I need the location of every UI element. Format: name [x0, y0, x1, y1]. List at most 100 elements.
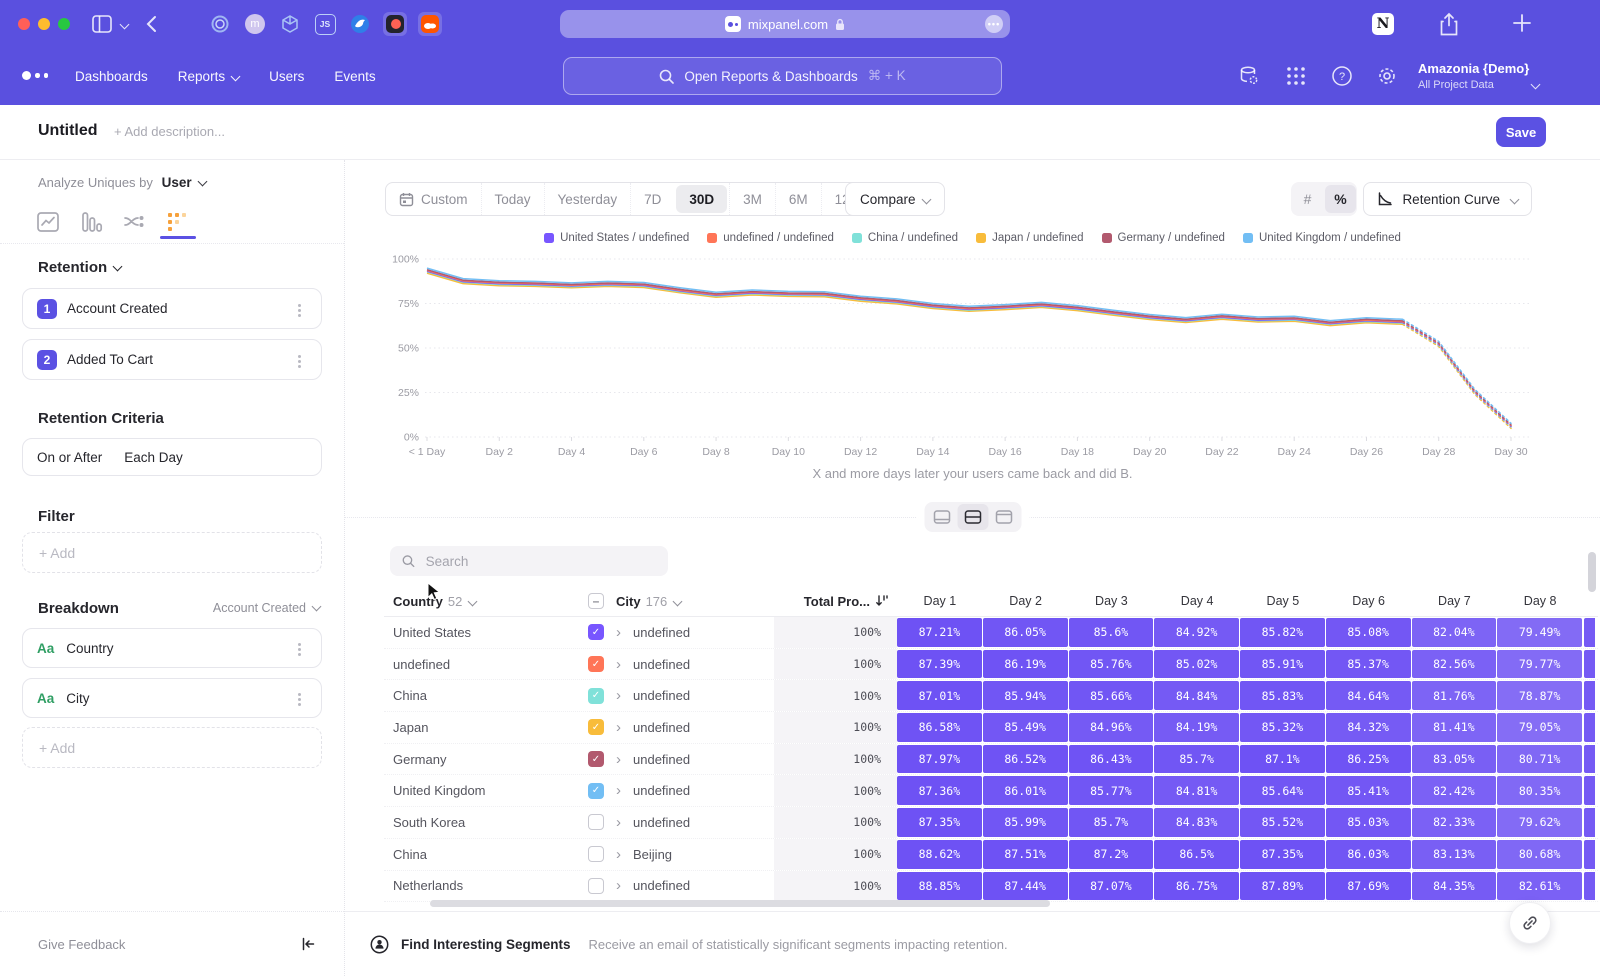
- retention-value-cell[interactable]: 86.75%: [1154, 872, 1239, 901]
- breakdown-item-city[interactable]: AaCity: [22, 678, 322, 718]
- range-yesterday[interactable]: Yesterday: [544, 183, 631, 215]
- chevron-right-icon[interactable]: ›: [616, 847, 621, 862]
- retention-value-cell[interactable]: 87.01%: [897, 681, 982, 710]
- retention-value-cell[interactable]: 83.05%: [1412, 745, 1497, 774]
- retention-value-cell[interactable]: 85.83%: [1240, 681, 1325, 710]
- retention-value-cell[interactable]: 84.19%: [1154, 713, 1239, 742]
- split-view-icon[interactable]: [957, 504, 988, 530]
- legend-item[interactable]: United Kingdom / undefined: [1243, 232, 1401, 244]
- range-custom[interactable]: Custom: [386, 183, 481, 215]
- collapse-sidebar-icon[interactable]: [300, 936, 316, 952]
- retention-value-cell[interactable]: 82.33%: [1412, 808, 1497, 837]
- retention-value-cell[interactable]: 82.42%: [1412, 776, 1497, 805]
- kebab-menu-icon[interactable]: [298, 648, 301, 651]
- criteria-operator-dropdown[interactable]: On or After: [37, 450, 102, 465]
- retention-value-cell[interactable]: 87.2%: [1069, 840, 1154, 869]
- compare-button[interactable]: Compare: [845, 182, 945, 216]
- give-feedback-link[interactable]: Give Feedback: [38, 937, 125, 952]
- nav-link-dashboards[interactable]: Dashboards: [75, 69, 148, 84]
- retention-value-cell[interactable]: 85.6%: [1069, 618, 1154, 647]
- row-checkbox[interactable]: ✓: [588, 783, 604, 799]
- chevron-down-icon[interactable]: [121, 18, 128, 33]
- retention-value-cell[interactable]: 85.64%: [1240, 776, 1325, 805]
- chevron-right-icon[interactable]: ›: [616, 625, 621, 640]
- range-7d[interactable]: 7D: [630, 183, 674, 215]
- retention-value-cell[interactable]: 87.07%: [1069, 872, 1154, 901]
- retention-value-cell[interactable]: 85.52%: [1240, 808, 1325, 837]
- global-search-button[interactable]: Open Reports & Dashboards ⌘ + K: [563, 57, 1002, 95]
- retention-value-cell[interactable]: 86.19%: [983, 650, 1068, 679]
- country-cell[interactable]: Germany: [384, 744, 560, 775]
- table-row[interactable]: China›Beijing100%88.62%87.51%87.2%86.5%8…: [384, 839, 1598, 871]
- retention-value-cell[interactable]: 86.05%: [983, 618, 1068, 647]
- chevron-right-icon[interactable]: ›: [616, 657, 621, 672]
- row-checkbox[interactable]: ✓: [588, 624, 604, 640]
- retention-step-1[interactable]: 1Account Created: [22, 288, 322, 329]
- nav-link-reports[interactable]: Reports: [178, 69, 239, 84]
- gear-icon[interactable]: [1376, 65, 1398, 87]
- retention-value-cell[interactable]: 85.41%: [1326, 776, 1411, 805]
- table-view-icon[interactable]: [988, 504, 1019, 530]
- retention-value-cell[interactable]: 84.64%: [1326, 681, 1411, 710]
- country-cell[interactable]: China: [384, 839, 560, 870]
- save-button[interactable]: Save: [1496, 117, 1546, 147]
- table-row[interactable]: China✓›undefined100%87.01%85.94%85.66%84…: [384, 680, 1598, 712]
- table-row[interactable]: undefined✓›undefined100%87.39%86.19%85.7…: [384, 649, 1598, 681]
- retention-value-cell[interactable]: 87.44%: [983, 872, 1068, 901]
- table-row[interactable]: United Kingdom✓›undefined100%87.36%86.01…: [384, 775, 1598, 807]
- retention-value-cell[interactable]: 85.49%: [983, 713, 1068, 742]
- retention-value-cell[interactable]: 87.1%: [1240, 745, 1325, 774]
- retention-icon[interactable]: [165, 210, 189, 234]
- city-cell[interactable]: ✓›undefined: [560, 744, 774, 775]
- chevron-right-icon[interactable]: ›: [616, 688, 621, 703]
- retention-value-cell[interactable]: 80.71%: [1497, 745, 1582, 774]
- retention-value-cell[interactable]: 86.5%: [1154, 840, 1239, 869]
- retention-value-cell[interactable]: 86.01%: [983, 776, 1068, 805]
- table-search[interactable]: [390, 546, 668, 576]
- retention-value-cell[interactable]: 87.36%: [897, 776, 982, 805]
- retention-value-cell[interactable]: 86.52%: [983, 745, 1068, 774]
- vertical-scrollbar[interactable]: [1588, 552, 1596, 592]
- add-breakdown-button[interactable]: + Add: [22, 727, 322, 768]
- retention-value-cell[interactable]: 87.35%: [1240, 840, 1325, 869]
- retention-value-cell[interactable]: 85.91%: [1240, 650, 1325, 679]
- chevron-right-icon[interactable]: ›: [616, 878, 621, 893]
- day-column-header[interactable]: Day 2: [983, 594, 1069, 608]
- mixpanel-logo-dots[interactable]: [22, 71, 48, 80]
- country-cell[interactable]: undefined: [384, 649, 560, 680]
- retention-value-cell[interactable]: 85.66%: [1069, 681, 1154, 710]
- range-30d[interactable]: 30D: [676, 185, 727, 213]
- table-row[interactable]: United States✓›undefined100%87.21%86.05%…: [384, 617, 1598, 649]
- retention-value-cell[interactable]: 87.51%: [983, 840, 1068, 869]
- kebab-menu-icon[interactable]: [298, 309, 301, 312]
- day-column-header[interactable]: Day 8: [1497, 594, 1583, 608]
- retention-value-cell-partial[interactable]: [1584, 650, 1595, 679]
- day-column-header[interactable]: Day 6: [1326, 594, 1412, 608]
- retention-value-cell[interactable]: 79.49%: [1497, 618, 1582, 647]
- row-checkbox[interactable]: [588, 878, 604, 894]
- percent-toggle[interactable]: %: [1325, 185, 1356, 213]
- retention-value-cell[interactable]: 84.96%: [1069, 713, 1154, 742]
- chart-view-icon[interactable]: [926, 504, 957, 530]
- retention-value-cell[interactable]: 85.03%: [1326, 808, 1411, 837]
- city-column-header[interactable]: – City176: [560, 593, 774, 609]
- chevron-right-icon[interactable]: ›: [616, 720, 621, 735]
- breakdown-scope-dropdown[interactable]: Account Created: [213, 601, 320, 615]
- nav-link-users[interactable]: Users: [269, 69, 304, 84]
- retention-value-cell[interactable]: 85.7%: [1069, 808, 1154, 837]
- retention-value-cell[interactable]: 87.69%: [1326, 872, 1411, 901]
- city-cell[interactable]: ✓›undefined: [560, 775, 774, 806]
- retention-value-cell-partial[interactable]: [1584, 618, 1595, 647]
- row-checkbox[interactable]: ✓: [588, 719, 604, 735]
- retention-value-cell[interactable]: 84.32%: [1326, 713, 1411, 742]
- retention-value-cell-partial[interactable]: [1584, 713, 1595, 742]
- retention-value-cell[interactable]: 85.76%: [1069, 650, 1154, 679]
- country-cell[interactable]: South Korea: [384, 807, 560, 838]
- legend-item[interactable]: undefined / undefined: [707, 232, 834, 244]
- retention-value-cell[interactable]: 85.08%: [1326, 618, 1411, 647]
- retention-value-cell[interactable]: 86.03%: [1326, 840, 1411, 869]
- funnels-icon[interactable]: [79, 210, 103, 234]
- retention-value-cell-partial[interactable]: [1584, 681, 1595, 710]
- ellipsis-circle-icon[interactable]: •••: [985, 15, 1003, 33]
- zoom-window-icon[interactable]: [58, 18, 70, 30]
